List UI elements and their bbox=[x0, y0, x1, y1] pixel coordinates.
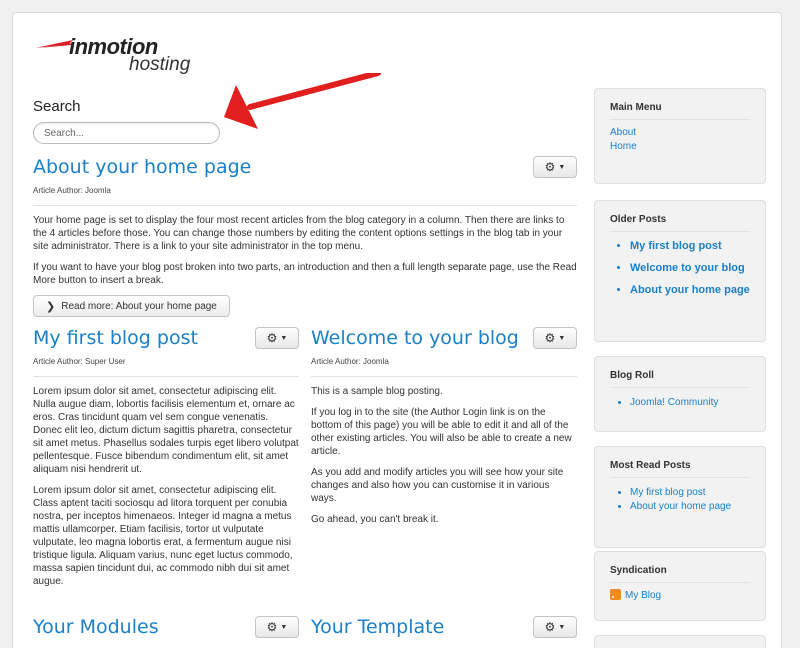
article-title[interactable]: About your home page bbox=[33, 156, 577, 178]
article-paragraph: Lorem ipsum dolor sit amet, consectetur … bbox=[33, 386, 299, 475]
main-menu-item-home[interactable]: Home bbox=[610, 140, 750, 154]
panel-title: Most Read Posts bbox=[610, 460, 750, 478]
gear-icon: ⚙ bbox=[544, 620, 556, 634]
article-welcome: Welcome to your blog ⚙ ▼ Article Author: … bbox=[311, 327, 577, 526]
gear-icon: ⚙ bbox=[544, 331, 556, 345]
caret-down-icon: ▼ bbox=[280, 623, 288, 631]
panel-title: Blog Roll bbox=[610, 370, 750, 388]
older-posts-panel: Older Posts My first blog post Welcome t… bbox=[594, 200, 766, 342]
article-paragraph: If you log in to the site (the Author Lo… bbox=[311, 407, 572, 457]
panel-title: Main Menu bbox=[610, 102, 750, 120]
article-options-button[interactable]: ⚙ ▼ bbox=[533, 156, 577, 178]
older-post-link[interactable]: About your home page bbox=[630, 284, 750, 297]
search-input[interactable] bbox=[33, 122, 220, 144]
older-post-link[interactable]: My first blog post bbox=[630, 240, 750, 253]
article-author: Article Author: Super User bbox=[33, 357, 299, 377]
older-post-link[interactable]: Welcome to your blog bbox=[630, 262, 750, 275]
most-read-panel: Most Read Posts My first blog post About… bbox=[594, 446, 766, 548]
gear-icon: ⚙ bbox=[544, 160, 556, 174]
most-read-link[interactable]: About your home page bbox=[630, 500, 750, 514]
blog-roll-link[interactable]: Joomla! Community bbox=[630, 396, 750, 410]
syndication-link[interactable]: My Blog bbox=[610, 589, 750, 603]
article-options-button[interactable]: ⚙ ▼ bbox=[255, 327, 299, 349]
article-paragraph: Lorem ipsum dolor sit amet, consectetur … bbox=[33, 485, 293, 587]
site-logo[interactable]: inmotion hosting bbox=[33, 33, 195, 81]
page-container: inmotion hosting Search About your home … bbox=[12, 12, 782, 648]
article-paragraph: As you add and modify articles you will … bbox=[311, 467, 564, 504]
caret-down-icon: ▼ bbox=[558, 163, 566, 171]
chevron-right-icon: ❯ bbox=[46, 300, 56, 313]
main-menu-panel: Main Menu About Home bbox=[594, 88, 766, 184]
caret-down-icon: ▼ bbox=[280, 334, 288, 342]
article-paragraph: Go ahead, you can't break it. bbox=[311, 514, 439, 525]
read-more-label: Read more: About your home page bbox=[61, 300, 217, 312]
red-arrow-annotation bbox=[224, 73, 381, 129]
article-paragraph: If you want to have your blog post broke… bbox=[33, 262, 577, 286]
article-first-post: My first blog post ⚙ ▼ Article Author: Su… bbox=[33, 327, 299, 588]
main-menu-item-about[interactable]: About bbox=[610, 126, 750, 140]
article-options-button[interactable]: ⚙ ▼ bbox=[533, 616, 577, 638]
caret-down-icon: ▼ bbox=[558, 623, 566, 631]
article-paragraph: Your home page is set to display the fou… bbox=[33, 215, 565, 252]
article-paragraph: This is a sample blog posting. bbox=[311, 386, 443, 397]
panel-title: Older Posts bbox=[610, 214, 750, 232]
blog-roll-panel: Blog Roll Joomla! Community bbox=[594, 356, 766, 432]
article-home: About your home page ⚙ ▼ Article Author: … bbox=[33, 156, 577, 317]
gear-icon: ⚙ bbox=[266, 331, 278, 345]
search-title: Search bbox=[33, 98, 81, 115]
syndication-panel: Syndication My Blog bbox=[594, 551, 766, 621]
article-options-button[interactable]: ⚙ ▼ bbox=[533, 327, 577, 349]
article-template: Your Template ⚙ ▼ bbox=[311, 616, 577, 638]
gear-icon: ⚙ bbox=[266, 620, 278, 634]
sidebar-panel-partial bbox=[594, 635, 766, 648]
syndication-link-label: My Blog bbox=[625, 590, 662, 601]
rss-icon bbox=[610, 589, 621, 600]
read-more-button[interactable]: ❯ Read more: About your home page bbox=[33, 295, 230, 317]
most-read-link[interactable]: My first blog post bbox=[630, 486, 750, 500]
article-modules: Your Modules ⚙ ▼ bbox=[33, 616, 299, 638]
article-author: Article Author: Joomla bbox=[311, 357, 577, 377]
logo-text-sub: hosting bbox=[129, 54, 191, 75]
panel-title: Syndication bbox=[610, 565, 750, 583]
caret-down-icon: ▼ bbox=[558, 334, 566, 342]
article-options-button[interactable]: ⚙ ▼ bbox=[255, 616, 299, 638]
article-author: Article Author: Joomla bbox=[33, 186, 577, 206]
